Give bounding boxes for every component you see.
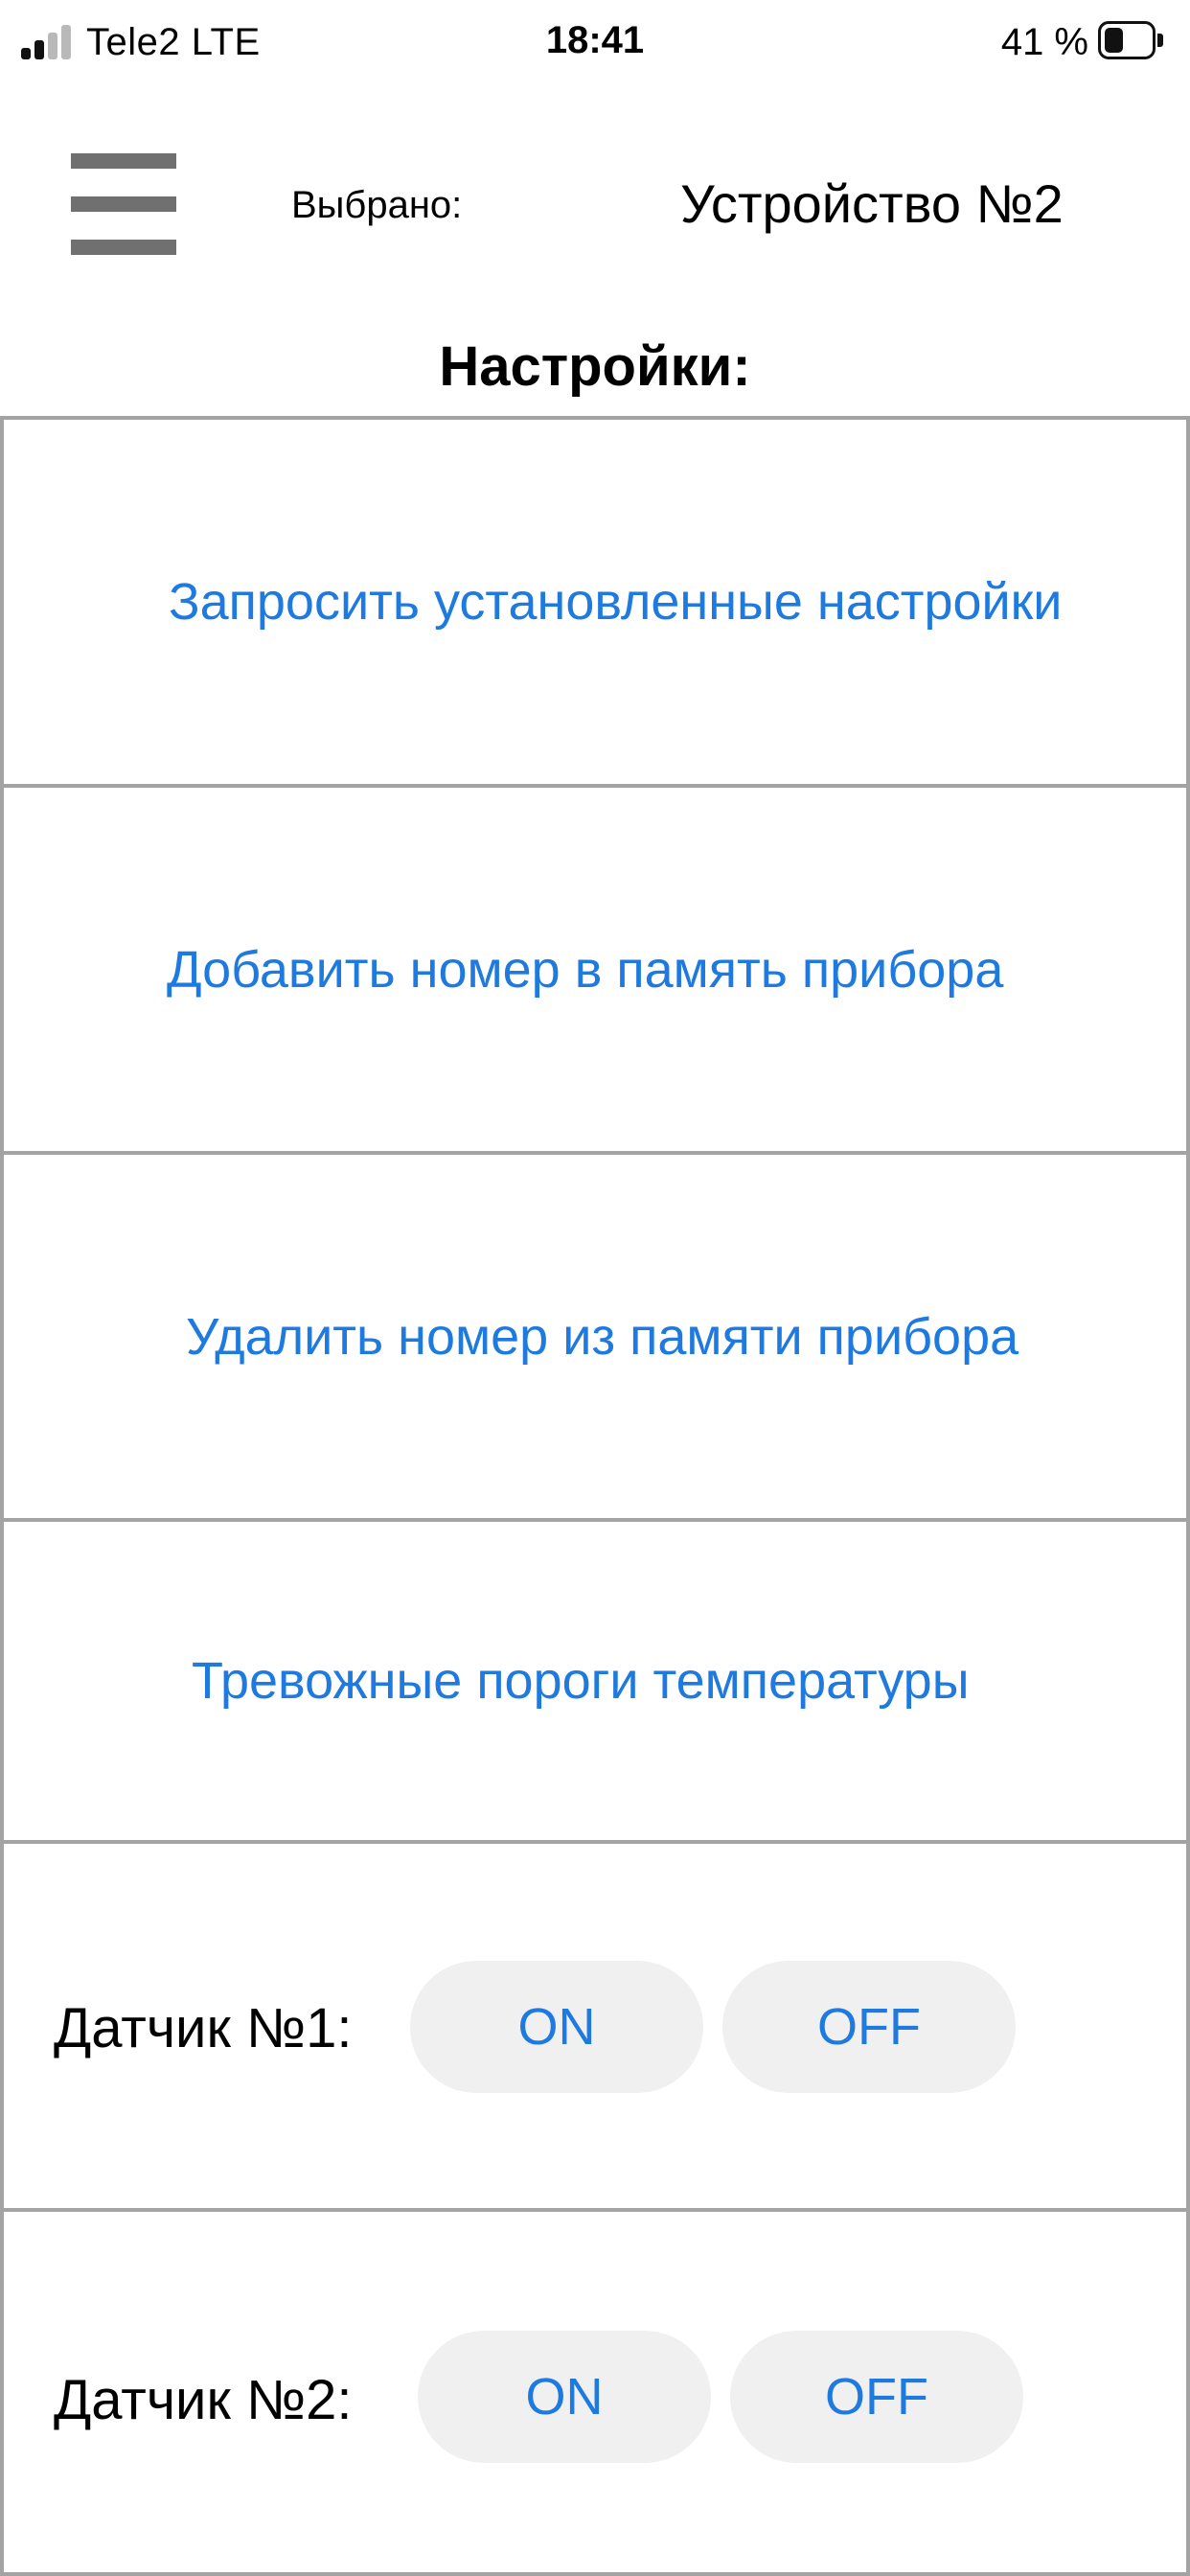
status-bar: Tele2 LTE 18:41 41 % <box>0 0 1190 80</box>
sensor-1-label: Датчик №1: <box>54 1997 353 2059</box>
sensor-2-off-button[interactable]: OFF <box>730 2331 1023 2463</box>
hamburger-menu-icon[interactable] <box>71 153 176 255</box>
settings-list: Запросить установленные настройки Добави… <box>0 416 1190 2576</box>
sensor-1-on-button[interactable]: ON <box>410 1961 703 2093</box>
settings-row-request-settings: Запросить установленные настройки <box>0 416 1190 784</box>
request-settings-button[interactable]: Запросить установленные настройки <box>169 572 1186 632</box>
battery-icon <box>1098 21 1165 59</box>
selected-device-name[interactable]: Устройство №2 <box>680 172 1064 236</box>
sensor-row-2: Датчик №2: ON OFF <box>0 2208 1190 2576</box>
add-number-button[interactable]: Добавить номер в память прибора <box>167 940 1186 1000</box>
settings-row-add-number: Добавить номер в память прибора <box>0 784 1190 1151</box>
delete-number-button[interactable]: Удалить номер из памяти прибора <box>186 1307 1186 1367</box>
page-title: Настройки: <box>439 335 751 398</box>
temperature-thresholds-button[interactable]: Тревожные пороги температуры <box>192 1651 1186 1711</box>
battery-percent: 41 % <box>1000 21 1088 63</box>
sensor-2-label: Датчик №2: <box>54 2369 353 2431</box>
sensor-1-off-button[interactable]: OFF <box>722 1961 1016 2093</box>
settings-row-temperature-thresholds: Тревожные пороги температуры <box>0 1518 1190 1840</box>
sensor-2-on-button[interactable]: ON <box>418 2331 711 2463</box>
sensor-row-1: Датчик №1: ON OFF <box>0 1840 1190 2208</box>
selected-label: Выбрано: <box>291 184 463 226</box>
settings-row-delete-number: Удалить номер из памяти прибора <box>0 1151 1190 1518</box>
